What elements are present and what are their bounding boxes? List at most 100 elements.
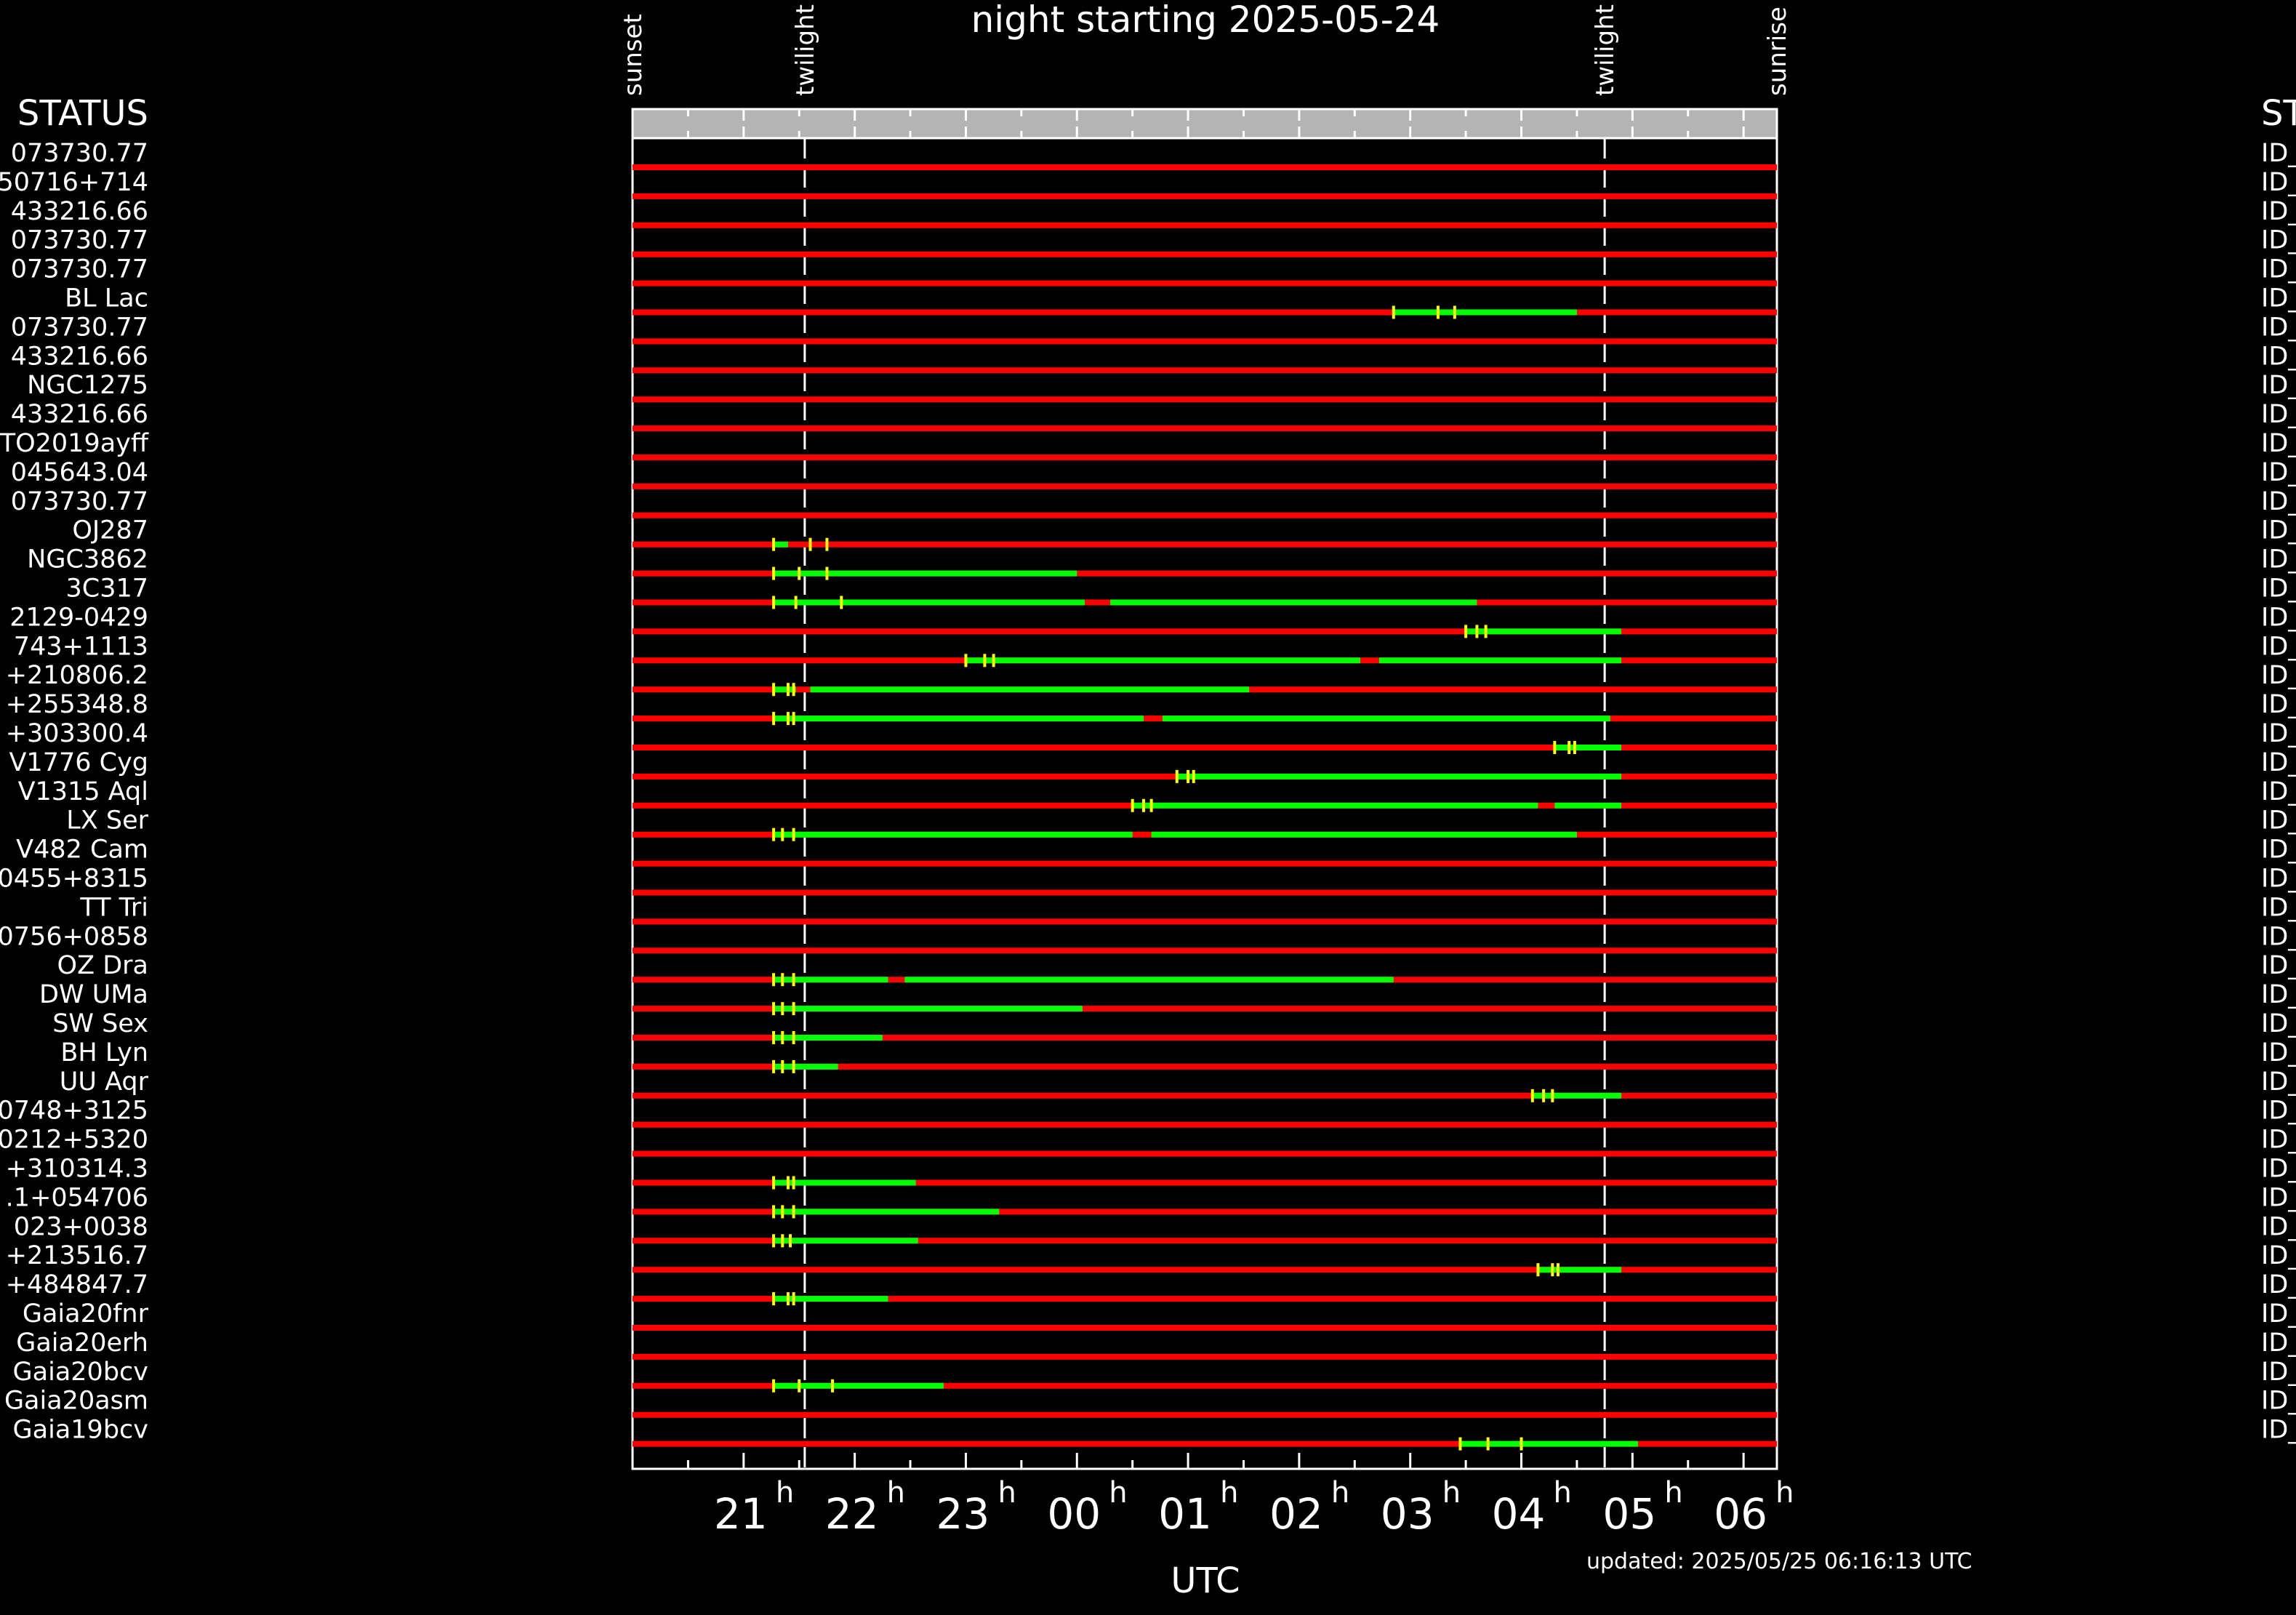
status-header: STATUS	[17, 93, 148, 134]
target-label: V1776 Cyg	[9, 748, 148, 777]
x-tick-unit: h	[1220, 1476, 1238, 1510]
chart-title: night starting 2025-05-24	[971, 0, 1440, 41]
target-id-label: ID_	[2261, 806, 2296, 835]
target-label: +255348.8	[6, 690, 148, 719]
target-id-label: ID_	[2261, 139, 2296, 168]
target-label: 0748+3125	[0, 1097, 148, 1126]
target-label: Gaia20bcv	[13, 1358, 148, 1387]
target-id-label: ID_	[2261, 719, 2296, 748]
target-label: 0455+8315	[0, 865, 148, 894]
target-label: +310314.3	[6, 1155, 148, 1184]
target-label: SW Sex	[52, 1009, 148, 1038]
x-tick-unit: h	[1775, 1476, 1794, 1510]
target-label: 073730.77	[11, 487, 148, 516]
target-label: TO2019ayff	[0, 429, 149, 458]
target-id-label: ID_	[2261, 865, 2296, 894]
target-id-label: ID_	[2261, 1009, 2296, 1038]
target-label: 433216.66	[11, 197, 148, 226]
target-label: 045643.04	[11, 458, 148, 487]
target-id-label: ID_	[2261, 1183, 2296, 1212]
x-axis-label: UTC	[1171, 1560, 1240, 1601]
target-label: 023+0038	[14, 1212, 148, 1241]
target-label: 2129-0429	[9, 603, 148, 632]
target-id-label: ID_	[2261, 1270, 2296, 1299]
target-id-label: ID_	[2261, 1416, 2296, 1445]
x-tick-label: 02	[1269, 1489, 1323, 1539]
target-id-label: ID_	[2261, 1067, 2296, 1097]
target-label: Gaia20erh	[16, 1329, 148, 1358]
target-id-label: ID_	[2261, 255, 2296, 284]
target-id-label: ID_	[2261, 1241, 2296, 1270]
night-marker-label: sunrise	[1763, 7, 1792, 96]
target-id-label: ID_	[2261, 748, 2296, 777]
target-label: 433216.66	[11, 342, 148, 371]
target-label: BL Lac	[65, 284, 148, 313]
target-label: 073730.77	[11, 226, 148, 255]
x-tick-label: 05	[1602, 1489, 1656, 1539]
target-id-label: ID_	[2261, 313, 2296, 342]
target-label: 0212+5320	[0, 1126, 148, 1155]
night-marker-label: sunset	[619, 14, 648, 96]
target-label: 50716+714	[0, 168, 148, 197]
x-tick-unit: h	[1331, 1476, 1349, 1510]
night-marker-label: twilight	[1591, 4, 1620, 96]
target-id-label: ID_	[2261, 1097, 2296, 1126]
target-id-label: ID_	[2261, 777, 2296, 806]
target-id-label: ID_	[2261, 400, 2296, 429]
target-id-label: ID_	[2261, 371, 2296, 400]
target-id-label: ID_	[2261, 835, 2296, 865]
target-id-label: ID_	[2261, 1155, 2296, 1184]
x-tick-label: 22	[825, 1489, 879, 1539]
target-id-label: ID_	[2261, 226, 2296, 255]
target-id-label: ID_	[2261, 922, 2296, 951]
x-tick-label: 01	[1158, 1489, 1212, 1539]
target-id-label: ID_	[2261, 168, 2296, 197]
x-tick-unit: h	[1554, 1476, 1572, 1510]
target-label: 433216.66	[11, 400, 148, 429]
updated-timestamp: updated: 2025/05/25 06:16:13 UTC	[1586, 1549, 1972, 1574]
x-tick-unit: h	[887, 1476, 905, 1510]
night-marker-label: twilight	[791, 4, 820, 96]
target-label: OJ287	[72, 516, 148, 545]
target-label: 073730.77	[11, 255, 148, 284]
target-id-label: ID_	[2261, 893, 2296, 922]
target-label: +484847.7	[6, 1270, 148, 1299]
target-label: .1+054706	[6, 1183, 148, 1212]
target-id-label: ID_	[2261, 980, 2296, 1009]
x-tick-label: 03	[1381, 1489, 1434, 1539]
target-label: NGC3862	[27, 545, 148, 574]
target-id-label: ID_	[2261, 429, 2296, 458]
observability-chart: night starting 2025-05-24 STATUS ST UTC …	[0, 0, 2296, 1615]
night-header-bar	[631, 108, 1778, 140]
target-id-label: ID_	[2261, 342, 2296, 371]
target-label: V1315 Aql	[18, 777, 148, 806]
target-label: LX Ser	[66, 806, 148, 835]
target-id-label: ID_	[2261, 487, 2296, 516]
x-tick-unit: h	[776, 1476, 794, 1510]
target-label: +210806.2	[6, 661, 148, 690]
target-label: V482 Cam	[16, 835, 148, 865]
x-tick-label: 00	[1047, 1489, 1101, 1539]
target-id-label: ID_	[2261, 690, 2296, 719]
target-label: 073730.77	[11, 139, 148, 168]
target-id-label: ID_	[2261, 1126, 2296, 1155]
target-label: Gaia19bcv	[13, 1416, 148, 1445]
target-id-label: ID_	[2261, 545, 2296, 574]
x-tick-unit: h	[1442, 1476, 1461, 1510]
target-label: TT Tri	[79, 893, 148, 922]
target-label: NGC1275	[27, 371, 148, 400]
x-tick-label: 04	[1492, 1489, 1546, 1539]
target-id-label: ID_	[2261, 951, 2296, 980]
target-id-label: ID_	[2261, 1299, 2296, 1329]
target-id-label: ID_	[2261, 458, 2296, 487]
target-id-label: ID_	[2261, 1329, 2296, 1358]
target-label: DW UMa	[39, 980, 148, 1009]
target-id-label: ID_	[2261, 632, 2296, 661]
target-id-label: ID_	[2261, 197, 2296, 226]
target-label: UU Aqr	[60, 1067, 149, 1097]
target-id-label: ID_	[2261, 1387, 2296, 1416]
x-tick-label: 06	[1714, 1489, 1767, 1539]
target-label: 3C317	[65, 574, 148, 604]
target-id-label: ID_	[2261, 1212, 2296, 1241]
target-id-label: ID_	[2261, 284, 2296, 313]
